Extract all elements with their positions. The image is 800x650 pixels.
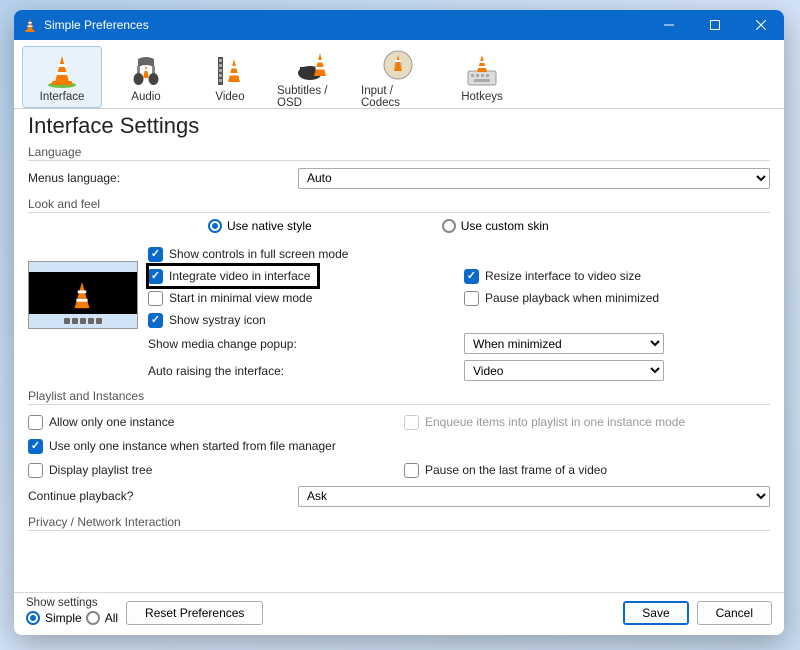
section-privacy: Privacy / Network Interaction xyxy=(28,515,770,531)
check-allow-one-instance[interactable]: Allow only one instance xyxy=(28,411,394,433)
check-label: Pause on the last frame of a video xyxy=(425,463,607,477)
media-popup-select[interactable]: When minimized xyxy=(464,333,664,354)
section-playlist: Playlist and Instances Allow only one in… xyxy=(28,389,770,507)
continue-playback-select[interactable]: Ask xyxy=(298,486,770,507)
check-enqueue-items: Enqueue items into playlist in one insta… xyxy=(404,411,770,433)
window-controls xyxy=(646,10,784,40)
check-minimal-view[interactable]: Start in minimal view mode xyxy=(148,287,454,309)
close-button[interactable] xyxy=(738,10,784,40)
menus-language-select[interactable]: Auto xyxy=(298,168,770,189)
radio-label: Use custom skin xyxy=(461,219,549,233)
check-resize-interface[interactable]: Resize interface to video size xyxy=(464,265,770,287)
section-look-and-feel: Look and feel Use native style Use custo… xyxy=(28,197,770,381)
tab-label: Interface xyxy=(40,91,85,103)
check-pause-minimized[interactable]: Pause playback when minimized xyxy=(464,287,770,309)
section-header: Privacy / Network Interaction xyxy=(28,515,770,531)
check-label: Start in minimal view mode xyxy=(169,291,312,305)
radio-all[interactable]: All xyxy=(86,611,118,625)
tab-label: Audio xyxy=(131,91,160,103)
titlebar: Simple Preferences xyxy=(14,10,784,40)
tab-interface[interactable]: Interface xyxy=(22,46,102,108)
hotkeys-icon xyxy=(464,53,500,89)
checkbox-unchecked-icon xyxy=(28,463,43,478)
radio-checked-icon xyxy=(26,611,40,625)
checkbox-checked-icon xyxy=(28,439,43,454)
radio-label: Use native style xyxy=(227,219,312,233)
tab-input-codecs[interactable]: Input / Codecs xyxy=(358,46,438,108)
radio-checked-icon xyxy=(208,219,222,233)
window-title: Simple Preferences xyxy=(44,18,646,32)
subtitles-icon xyxy=(296,47,332,83)
checkbox-unchecked-icon xyxy=(148,291,163,306)
reset-preferences-button[interactable]: Reset Preferences xyxy=(126,601,263,625)
audio-icon xyxy=(128,53,164,89)
tab-label: Hotkeys xyxy=(461,91,503,103)
check-label: Show systray icon xyxy=(169,313,266,327)
page-title: Interface Settings xyxy=(14,109,784,145)
checkbox-checked-icon xyxy=(148,313,163,328)
check-label: Use only one instance when started from … xyxy=(49,439,336,453)
checkbox-unchecked-icon xyxy=(404,463,419,478)
auto-raise-label: Auto raising the interface: xyxy=(148,360,454,381)
preferences-window: Simple Preferences Interface Audio Video xyxy=(14,10,784,635)
auto-raise-select[interactable]: Video xyxy=(464,360,664,381)
save-button[interactable]: Save xyxy=(623,601,688,625)
checkbox-unchecked-icon xyxy=(28,415,43,430)
check-fullscreen-controls[interactable]: Show controls in full screen mode xyxy=(148,243,454,265)
radio-label: All xyxy=(105,611,118,625)
check-label: Show controls in full screen mode xyxy=(169,247,348,261)
show-settings-group: Show settings Simple All xyxy=(26,597,118,625)
media-popup-label: Show media change popup: xyxy=(148,333,454,354)
check-label: Integrate video in interface xyxy=(169,269,310,283)
radio-custom-skin[interactable]: Use custom skin xyxy=(442,219,549,233)
section-header: Language xyxy=(28,145,770,161)
settings-scroll[interactable]: Language Menus language: Auto Look and f… xyxy=(14,145,784,592)
check-one-instance-fm[interactable]: Use only one instance when started from … xyxy=(28,435,770,457)
menus-language-label: Menus language: xyxy=(28,171,298,185)
section-header: Look and feel xyxy=(28,197,770,213)
interface-icon xyxy=(44,53,80,89)
video-icon xyxy=(212,53,248,89)
check-label: Pause playback when minimized xyxy=(485,291,659,305)
check-display-playlist-tree[interactable]: Display playlist tree xyxy=(28,459,394,481)
tab-label: Subtitles / OSD xyxy=(277,85,351,109)
tab-label: Input / Codecs xyxy=(361,85,435,109)
radio-unchecked-icon xyxy=(86,611,100,625)
checkbox-checked-icon xyxy=(148,269,163,284)
maximize-button[interactable] xyxy=(692,10,738,40)
check-integrate-video[interactable]: Integrate video in interface xyxy=(148,265,318,287)
tab-hotkeys[interactable]: Hotkeys xyxy=(442,46,522,108)
checkbox-unchecked-icon xyxy=(404,415,419,430)
app-icon xyxy=(22,17,38,33)
cancel-button[interactable]: Cancel xyxy=(697,601,772,625)
tab-audio[interactable]: Audio xyxy=(106,46,186,108)
footer: Show settings Simple All Reset Preferenc… xyxy=(14,592,784,635)
tab-video[interactable]: Video xyxy=(190,46,270,108)
radio-simple[interactable]: Simple xyxy=(26,611,82,625)
minimize-button[interactable] xyxy=(646,10,692,40)
checkbox-unchecked-icon xyxy=(464,291,479,306)
section-header: Playlist and Instances xyxy=(28,389,770,405)
check-label: Display playlist tree xyxy=(49,463,152,477)
checkbox-checked-icon xyxy=(148,247,163,262)
tab-subtitles[interactable]: Subtitles / OSD xyxy=(274,46,354,108)
checkbox-checked-icon xyxy=(464,269,479,284)
show-settings-label: Show settings xyxy=(26,597,118,609)
radio-label: Simple xyxy=(45,611,82,625)
check-label: Enqueue items into playlist in one insta… xyxy=(425,415,685,429)
continue-playback-label: Continue playback? xyxy=(28,489,298,503)
check-systray-icon[interactable]: Show systray icon xyxy=(148,309,454,331)
skin-preview xyxy=(28,261,138,329)
check-pause-last-frame[interactable]: Pause on the last frame of a video xyxy=(404,459,770,481)
check-label: Allow only one instance xyxy=(49,415,174,429)
radio-unchecked-icon xyxy=(442,219,456,233)
codecs-icon xyxy=(380,47,416,83)
section-language: Language Menus language: Auto xyxy=(28,145,770,189)
category-tabs: Interface Audio Video Subtitles / OSD In… xyxy=(14,40,784,109)
check-label: Resize interface to video size xyxy=(485,269,641,283)
radio-native-style[interactable]: Use native style xyxy=(208,219,312,233)
tab-label: Video xyxy=(215,91,244,103)
